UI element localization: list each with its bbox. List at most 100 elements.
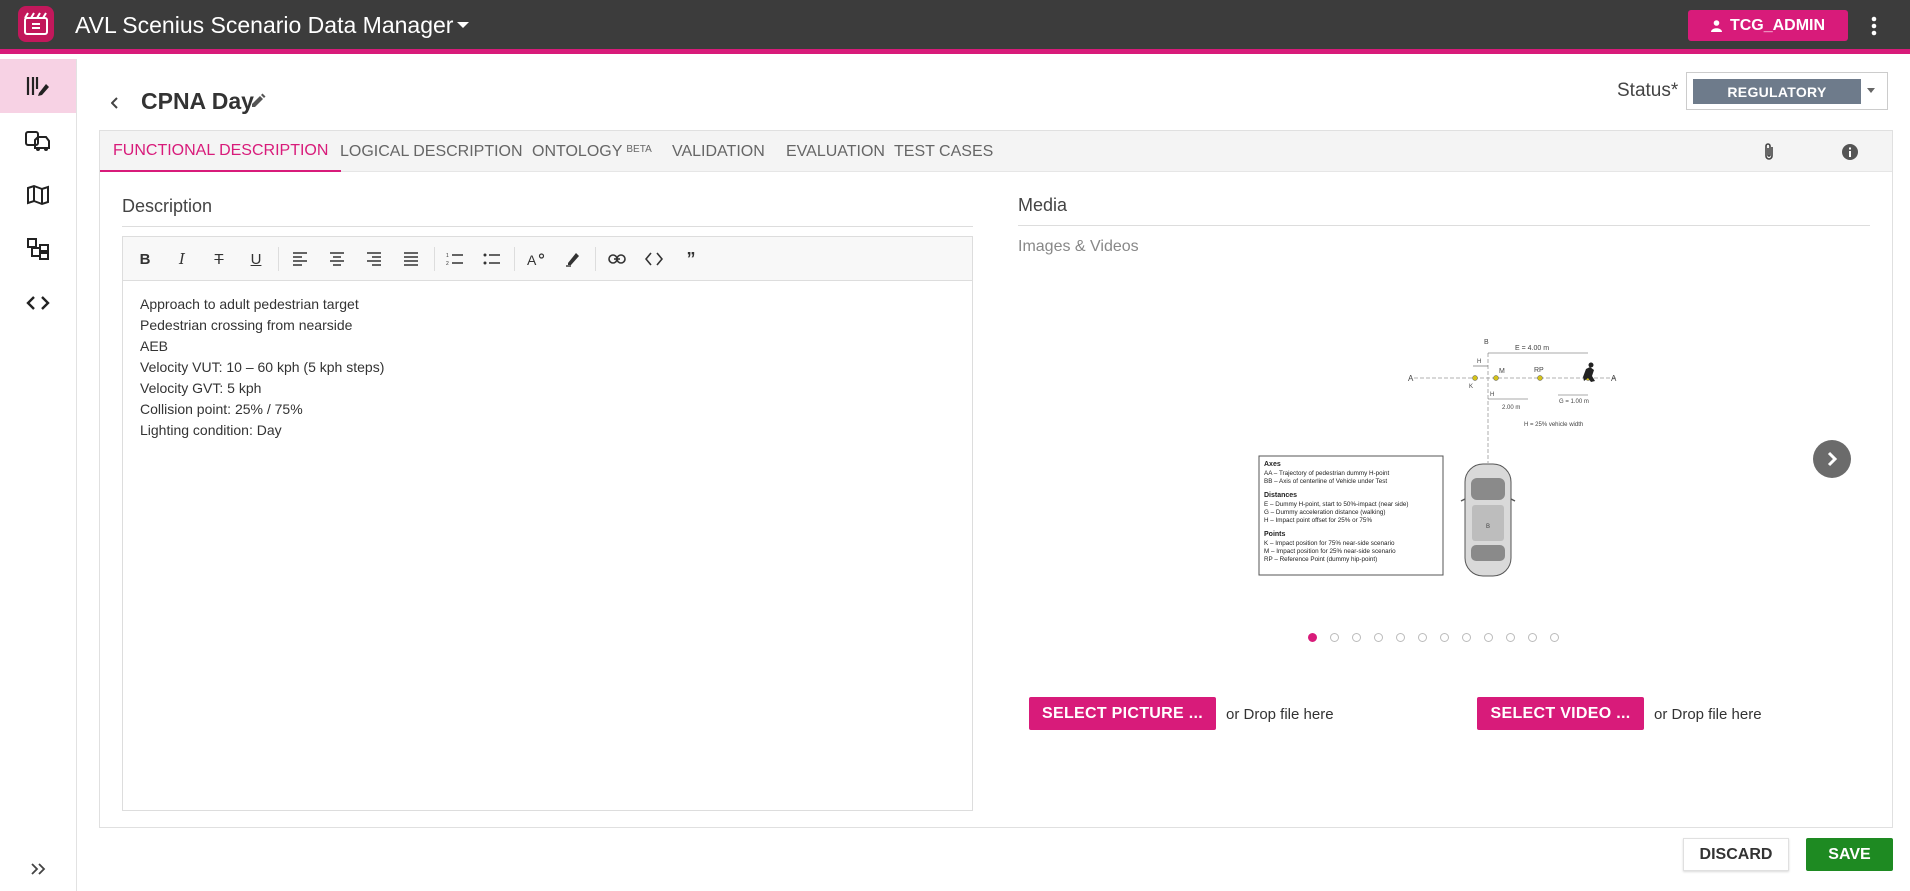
carousel-dot[interactable] (1352, 633, 1361, 642)
nav-code[interactable] (0, 276, 76, 330)
expand-nav-button[interactable] (0, 849, 76, 889)
carousel-dot[interactable] (1462, 633, 1471, 642)
carousel-dot[interactable] (1374, 633, 1383, 642)
toolbar-divider (278, 247, 279, 271)
carousel-dot[interactable] (1528, 633, 1537, 642)
legend-line: RP – Reference Point (dummy hip-point) (1264, 556, 1377, 563)
description-text[interactable]: Approach to adult pedestrian target Pede… (140, 294, 384, 441)
tab-label: ONTOLOGY (532, 142, 623, 160)
align-center-icon[interactable] (325, 247, 349, 271)
label-e: E = 4.00 m (1515, 345, 1549, 352)
top-bar: AVL Scenius Scenario Data Manager TCG_AD… (0, 0, 1910, 54)
discard-button[interactable]: DISCARD (1683, 838, 1789, 871)
carousel-dot[interactable] (1484, 633, 1493, 642)
tab-label: LOGICAL DESCRIPTION (340, 142, 523, 160)
quote-icon[interactable]: ” (679, 247, 703, 271)
legend-line: Points (1264, 531, 1285, 538)
app-switcher-dropdown-icon[interactable] (452, 14, 474, 36)
nav-hierarchy[interactable] (0, 222, 76, 276)
nav-scenario-edit[interactable] (0, 59, 76, 113)
toolbar-divider (514, 247, 515, 271)
tab-ontology[interactable]: ONTOLOGY BETA (519, 131, 665, 172)
legend-line: Axes (1264, 461, 1281, 468)
media-subheading: Images & Videos (1018, 238, 1139, 255)
description-line: AEB (140, 338, 169, 354)
side-nav (0, 59, 77, 891)
back-button[interactable] (104, 92, 126, 114)
bullet-list-icon[interactable] (480, 247, 504, 271)
chevron-left-icon (111, 97, 118, 109)
svg-text:A: A (527, 252, 537, 266)
status-badge: REGULATORY (1693, 79, 1861, 104)
legend-line: AA – Trajectory of pedestrian dummy H-po… (1264, 470, 1390, 477)
person-icon (1710, 19, 1722, 32)
chevron-right-icon (1827, 451, 1838, 467)
tab-logical-description[interactable]: LOGICAL DESCRIPTION (327, 131, 536, 172)
attachment-icon[interactable] (1757, 140, 1781, 164)
rich-text-editor[interactable]: B I T U 12 A ” Approach to adult pedestr… (122, 236, 973, 811)
scenario-diagram-image: A A B H E = 4.00 m K M RP G = 1.00 m 2.0… (1258, 339, 1618, 577)
carousel-dot[interactable] (1418, 633, 1427, 642)
carousel-dot[interactable] (1506, 633, 1515, 642)
highlight-icon[interactable] (561, 247, 585, 271)
carousel-dot[interactable] (1440, 633, 1449, 642)
legend-line: G – Dummy acceleration distance (walking… (1264, 509, 1385, 516)
tab-validation[interactable]: VALIDATION (659, 131, 778, 172)
italic-icon[interactable]: I (170, 247, 194, 271)
picture-drop-zone[interactable]: or Drop file here (1226, 706, 1334, 723)
bold-icon[interactable]: B (133, 247, 157, 271)
code-icon (26, 296, 50, 310)
description-line: Collision point: 25% / 75% (140, 401, 303, 417)
carousel-dot[interactable] (1330, 633, 1339, 642)
align-left-icon[interactable] (288, 247, 312, 271)
label-a-right: A (1611, 374, 1617, 383)
hierarchy-icon (27, 238, 49, 260)
nav-map[interactable] (0, 168, 76, 222)
select-picture-button[interactable]: SELECT PICTURE ... (1029, 697, 1216, 730)
description-line: Velocity VUT: 10 – 60 kph (5 kph steps) (140, 359, 385, 375)
code-block-icon[interactable] (642, 247, 666, 271)
tab-functional-description[interactable]: FUNCTIONAL DESCRIPTION (100, 131, 342, 172)
more-menu-icon[interactable] (1862, 12, 1886, 40)
legend-line: M – Impact position for 25% near-side sc… (1264, 548, 1396, 555)
tab-label: VALIDATION (672, 142, 765, 160)
align-right-icon[interactable] (362, 247, 386, 271)
label-h2: H (1490, 392, 1494, 398)
tab-test-cases[interactable]: TEST CASES (881, 131, 1006, 172)
carousel-dot[interactable] (1308, 633, 1317, 642)
font-size-icon[interactable]: A (524, 247, 548, 271)
carousel-dot[interactable] (1396, 633, 1405, 642)
editor-toolbar: B I T U 12 A ” (123, 237, 972, 281)
ordered-list-icon[interactable]: 12 (443, 247, 467, 271)
page-title: CPNA Day (141, 88, 254, 114)
edit-title-icon[interactable] (250, 93, 268, 111)
info-icon[interactable] (1838, 140, 1862, 164)
carousel-dot[interactable] (1550, 633, 1559, 642)
svg-text:2: 2 (446, 261, 449, 266)
legend-line: BB – Axis of centerline of Vehicle under… (1264, 478, 1387, 485)
app-logo-icon[interactable] (18, 6, 54, 42)
description-line: Velocity GVT: 5 kph (140, 380, 262, 396)
label-rp: RP (1534, 367, 1544, 374)
label-m: M (1499, 368, 1505, 375)
tab-evaluation[interactable]: EVALUATION (773, 131, 898, 172)
carousel-dots (1308, 633, 1559, 642)
status-select[interactable]: REGULATORY (1686, 72, 1888, 110)
strikethrough-icon[interactable]: T (207, 247, 231, 271)
app-title: AVL Scenius Scenario Data Manager (75, 12, 454, 38)
svg-text:1: 1 (446, 253, 449, 259)
video-drop-zone[interactable]: or Drop file here (1654, 706, 1762, 723)
user-button[interactable]: TCG_ADMIN (1688, 10, 1848, 41)
nav-vehicles[interactable] (0, 114, 76, 168)
carousel-next-button[interactable] (1813, 440, 1851, 478)
user-name: TCG_ADMIN (1729, 16, 1826, 34)
vehicles-icon (25, 131, 50, 151)
save-button[interactable]: SAVE (1806, 838, 1893, 871)
select-video-button[interactable]: SELECT VIDEO ... (1477, 697, 1644, 730)
status-label: Status* (1617, 80, 1679, 101)
align-justify-icon[interactable] (399, 247, 423, 271)
description-line: Approach to adult pedestrian target (140, 296, 359, 312)
underline-icon[interactable]: U (244, 247, 268, 271)
link-icon[interactable] (605, 247, 629, 271)
tab-label: EVALUATION (786, 142, 885, 160)
